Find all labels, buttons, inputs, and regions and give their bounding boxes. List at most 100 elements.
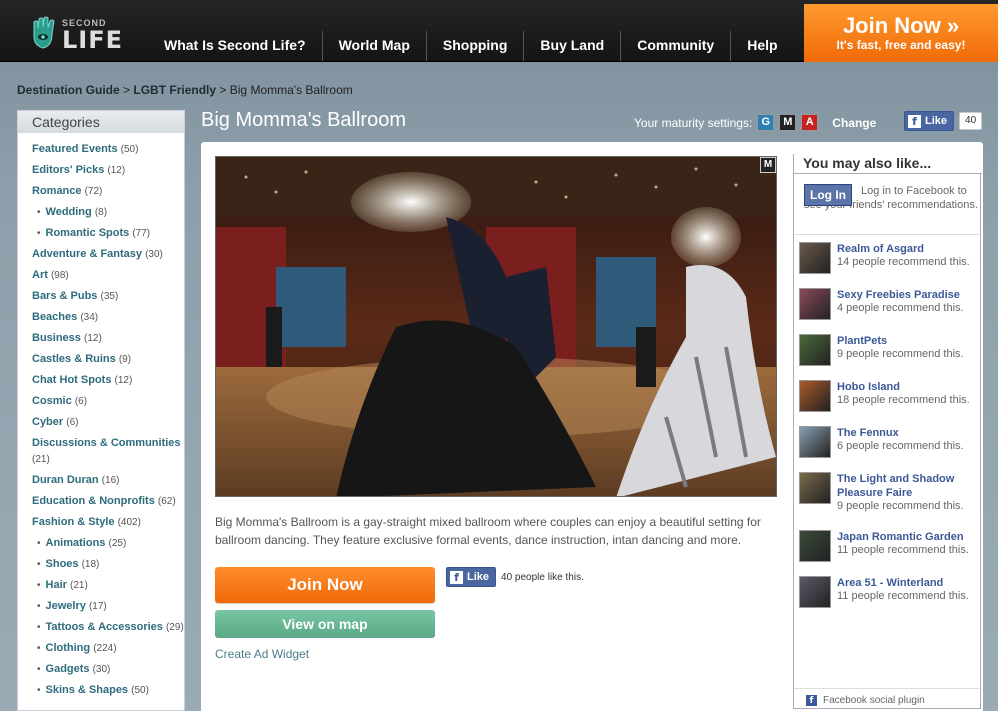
category-count: (34) — [80, 312, 99, 323]
maturity-general-badge: G — [757, 114, 775, 131]
category-link[interactable]: Romantic Spots — [46, 227, 130, 239]
create-ad-widget-link[interactable]: Create Ad Widget — [215, 647, 309, 661]
facebook-like-button[interactable]: f Like — [446, 567, 497, 587]
destination-description: Big Momma's Ballroom is a gay-straight m… — [215, 515, 761, 547]
recommendation-thumbnail[interactable] — [799, 288, 831, 320]
recommendation-count: 6 people recommend this. — [837, 440, 964, 452]
categories-list: Featured Events (50) Editors' Picks (12) R… — [18, 133, 184, 701]
category-item: Jewelry (17) — [32, 596, 184, 617]
category-count: (30) — [92, 664, 111, 675]
recommendation-thumbnail[interactable] — [799, 242, 831, 274]
nav-world-map[interactable]: World Map — [321, 31, 426, 61]
nav-shopping[interactable]: Shopping — [425, 31, 524, 61]
category-link[interactable]: Discussions & Communities — [32, 437, 181, 449]
category-count: (50) — [131, 685, 149, 696]
category-item: Editors' Picks (12) — [32, 160, 184, 181]
category-count: (12) — [114, 375, 133, 386]
facebook-social-plugin-text: Facebook social plugin — [823, 695, 925, 706]
recommendation-thumbnail[interactable] — [799, 426, 831, 458]
nav-community[interactable]: Community — [620, 31, 730, 61]
view-on-map-button[interactable]: View on map — [215, 610, 435, 638]
category-link[interactable]: Gadgets — [46, 663, 90, 675]
category-item: Skins & Shapes (50) — [32, 680, 184, 701]
recommendation-thumbnail[interactable] — [799, 380, 831, 412]
category-link[interactable]: Cyber — [32, 416, 63, 428]
recommendation-title[interactable]: Sexy Freebies Paradise — [837, 288, 977, 302]
category-count: (29) — [165, 622, 184, 633]
category-item: Beaches (34) — [32, 307, 184, 328]
recommendation-title[interactable]: The Light and Shadow Pleasure Faire — [837, 472, 977, 500]
recommendation-title[interactable]: The Fennux — [837, 426, 977, 440]
destination-image: M — [215, 156, 777, 497]
category-link[interactable]: Jewelry — [46, 600, 86, 612]
second-life-logo[interactable]: SECOND LIFE — [28, 14, 123, 54]
category-link[interactable]: Business — [32, 332, 81, 344]
category-count: (9) — [118, 354, 132, 365]
facebook-like-top: f Like 40 — [904, 111, 983, 131]
category-item: Gadgets (30) — [32, 659, 184, 680]
facebook-like-button[interactable]: f Like — [904, 111, 955, 131]
category-link[interactable]: Skins & Shapes — [46, 684, 129, 696]
category-link[interactable]: Romance — [32, 185, 82, 197]
category-item: Cyber (6) — [32, 412, 184, 433]
breadcrumb-destination-guide[interactable]: Destination Guide — [17, 83, 120, 97]
recommendation-count: 4 people recommend this. — [837, 302, 964, 314]
category-link[interactable]: Castles & Ruins — [32, 353, 116, 365]
breadcrumb-lgbt-friendly[interactable]: LGBT Friendly — [133, 83, 216, 97]
join-now-banner-subtitle: It's fast, free and easy! — [836, 38, 966, 52]
category-link[interactable]: Adventure & Fantasy — [32, 248, 142, 260]
recommendation-title[interactable]: PlantPets — [837, 334, 977, 348]
category-link[interactable]: Wedding — [46, 206, 92, 218]
category-link[interactable]: Chat Hot Spots — [32, 374, 111, 386]
nav-help[interactable]: Help — [730, 31, 793, 61]
category-link[interactable]: Featured Events — [32, 143, 118, 155]
facebook-like-label: Like — [467, 571, 490, 583]
recommendation-title[interactable]: Area 51 - Winterland — [837, 576, 977, 590]
recommendation-thumbnail[interactable] — [799, 334, 831, 366]
category-link[interactable]: Shoes — [46, 558, 79, 570]
category-link[interactable]: Cosmic — [32, 395, 72, 407]
category-item: Romance (72) — [32, 181, 184, 202]
join-now-button[interactable]: Join Now — [215, 567, 435, 603]
category-link[interactable]: Hair — [46, 579, 67, 591]
category-count: (18) — [81, 559, 100, 570]
category-link[interactable]: Fashion & Style — [32, 516, 115, 528]
category-link[interactable]: Bars & Pubs — [32, 290, 97, 302]
category-link[interactable]: Beaches — [32, 311, 77, 323]
recommendation-title[interactable]: Japan Romantic Garden — [837, 530, 977, 544]
category-link[interactable]: Animations — [46, 537, 106, 549]
category-item: Shoes (18) — [32, 554, 184, 575]
recommendation-thumbnail[interactable] — [799, 530, 831, 562]
breadcrumb: Destination Guide > LGBT Friendly > Big … — [17, 83, 353, 97]
category-item: Discussions & Communities (21) — [32, 433, 184, 470]
categories-heading: Categories — [18, 111, 184, 133]
breadcrumb-separator: > — [219, 83, 227, 97]
recommendation-item: Sexy Freebies Paradise 4 people recommend… — [799, 288, 981, 334]
recommendation-thumbnail[interactable] — [799, 472, 831, 504]
category-link[interactable]: Clothing — [46, 642, 91, 654]
category-item: Business (12) — [32, 328, 184, 349]
category-link[interactable]: Tattoos & Accessories — [46, 621, 163, 633]
change-maturity-link[interactable]: Change — [832, 116, 876, 130]
join-now-banner[interactable]: Join Now » It's fast, free and easy! — [804, 4, 998, 62]
category-item: Adventure & Fantasy (30) — [32, 244, 184, 265]
category-link[interactable]: Editors' Picks — [32, 164, 104, 176]
recommendation-count: 9 people recommend this. — [837, 348, 964, 360]
recommendations-heading: You may also like... — [794, 154, 982, 174]
recommendation-title[interactable]: Hobo Island — [837, 380, 977, 394]
recommendation-title[interactable]: Realm of Asgard — [837, 242, 977, 256]
nav-what-is-second-life[interactable]: What Is Second Life? — [148, 31, 322, 61]
category-count: (6) — [66, 417, 79, 428]
category-link[interactable]: Education & Nonprofits — [32, 495, 155, 507]
facebook-login-button[interactable]: Log In — [804, 184, 852, 206]
category-item: Featured Events (50) — [32, 139, 184, 160]
recommendation-count: 11 people recommend this. — [837, 590, 969, 602]
nav-buy-land[interactable]: Buy Land — [523, 31, 620, 61]
category-count: (12) — [83, 333, 102, 344]
recommendation-thumbnail[interactable] — [799, 576, 831, 608]
category-count: (35) — [100, 291, 119, 302]
recommendation-item: Area 51 - Winterland 11 people recommend … — [799, 576, 981, 622]
category-link[interactable]: Duran Duran — [32, 474, 99, 486]
category-link[interactable]: Art — [32, 269, 48, 281]
recommendation-count: 9 people recommend this. — [837, 500, 964, 512]
